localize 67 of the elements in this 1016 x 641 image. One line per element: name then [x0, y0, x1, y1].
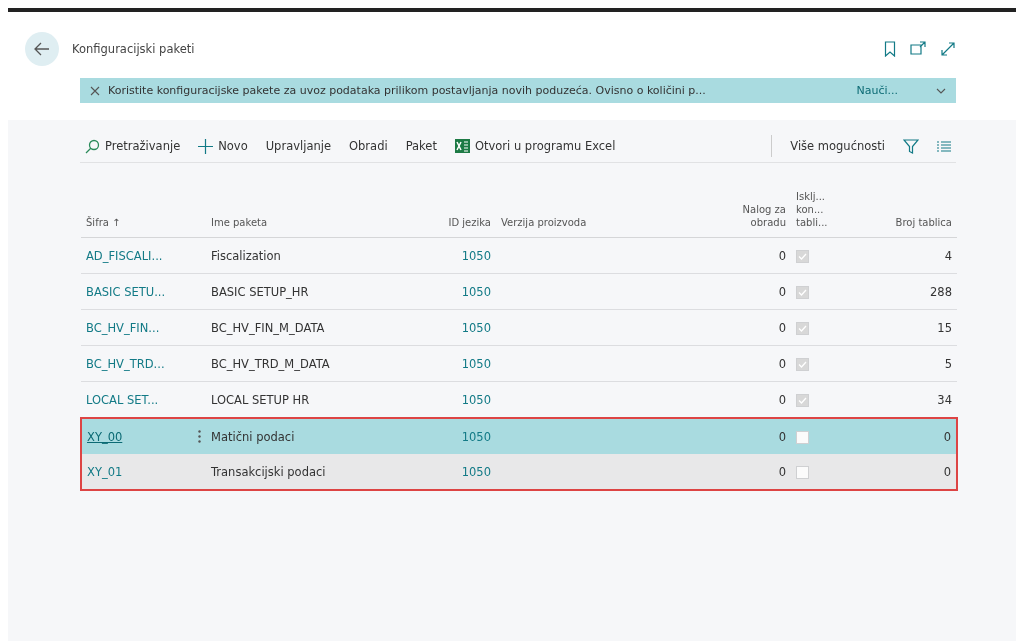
- checkbox[interactable]: [796, 357, 809, 371]
- more-options-icon[interactable]: [198, 430, 201, 443]
- more-options-button[interactable]: Više mogućnosti: [790, 139, 893, 153]
- checkbox[interactable]: [796, 285, 809, 299]
- package-code-link[interactable]: BASIC SETU...: [86, 284, 166, 299]
- table-cell: 1050: [431, 345, 496, 382]
- table-cell: Transakcijski podaci: [206, 454, 431, 490]
- package-code-link[interactable]: XY_01: [87, 464, 123, 479]
- checkbox[interactable]: [796, 393, 809, 407]
- search-icon: [85, 138, 100, 154]
- package-code-link[interactable]: XY_00: [87, 429, 123, 444]
- package-code-link[interactable]: BC_HV_FIN...: [86, 320, 160, 335]
- toolbar-button[interactable]: Upravljanje: [265, 139, 339, 153]
- column-header[interactable]: Broj tablica: [846, 163, 957, 238]
- column-header[interactable]: Isklj... kon... tabli...: [791, 163, 846, 238]
- table-cell: 288: [846, 273, 957, 310]
- table-cell: Fiscalization: [206, 237, 431, 274]
- table-cell: BC_HV_FIN_M_DATA: [206, 309, 431, 346]
- filter-icon[interactable]: [903, 138, 919, 154]
- column-header[interactable]: Nalog za obradu: [701, 163, 791, 238]
- column-header[interactable]: Verzija proizvoda: [496, 163, 701, 238]
- arrow-left-icon: [34, 42, 50, 56]
- checkbox[interactable]: [796, 321, 809, 335]
- table-cell: 15: [846, 309, 957, 346]
- toolbar-button[interactable]: Paket: [405, 139, 445, 153]
- checkbox[interactable]: [796, 465, 809, 479]
- bookmark-icon[interactable]: [884, 41, 896, 57]
- back-button[interactable]: [25, 32, 59, 66]
- column-header[interactable]: ID jezika: [431, 163, 496, 238]
- table-cell: 0: [846, 454, 957, 490]
- toolbar-button[interactable]: Novo: [198, 138, 256, 154]
- table-cell: 4: [846, 237, 957, 274]
- open-new-window-icon[interactable]: [910, 41, 926, 57]
- table-cell: BASIC SETUP_HR: [206, 273, 431, 310]
- expand-icon[interactable]: [940, 41, 956, 57]
- checkbox[interactable]: [796, 430, 809, 444]
- column-header[interactable]: Ime paketa: [206, 163, 431, 238]
- table-cell: 1050: [431, 237, 496, 274]
- table-cell: 0: [701, 273, 791, 310]
- toolbar-button[interactable]: Otvori u programu Excel: [454, 139, 624, 153]
- table-cell: Matični podaci: [206, 418, 431, 454]
- package-code-link[interactable]: AD_FISCALI...: [86, 248, 163, 263]
- plus-icon: [198, 138, 214, 154]
- table-cell: 5: [846, 345, 957, 382]
- spreadsheet-icon: [454, 139, 470, 153]
- table-cell: BC_HV_TRD_M_DATA: [206, 345, 431, 382]
- table-cell: 0: [846, 418, 957, 454]
- table-cell: 1050: [431, 273, 496, 310]
- toolbar-button[interactable]: Obradi: [349, 139, 396, 153]
- chevron-down-icon[interactable]: [936, 87, 946, 94]
- table-cell: 1050: [431, 418, 496, 454]
- column-header[interactable]: Šifra ↑: [81, 163, 206, 238]
- table-cell: 0: [701, 345, 791, 382]
- table-cell: 0: [701, 309, 791, 346]
- table-cell: 0: [701, 237, 791, 274]
- package-code-link[interactable]: LOCAL SET...: [86, 392, 159, 407]
- package-code-link[interactable]: BC_HV_TRD...: [86, 356, 165, 371]
- table-cell: 0: [701, 454, 791, 490]
- table-cell: 1050: [431, 454, 496, 490]
- close-icon[interactable]: [90, 85, 100, 96]
- banner-text: Koristite konfiguracijske pakete za uvoz podataka prilikom postavljanja novih poduzeća. Ovisno o količini p...: [108, 84, 707, 97]
- checkbox[interactable]: [796, 249, 809, 263]
- table-cell: 1050: [431, 309, 496, 346]
- table-cell: 0: [701, 418, 791, 454]
- learn-more-link[interactable]: Nauči...: [856, 84, 898, 97]
- page-title: Konfiguracijski paketi: [72, 42, 196, 56]
- toolbar-button[interactable]: Pretraživanje: [85, 138, 189, 154]
